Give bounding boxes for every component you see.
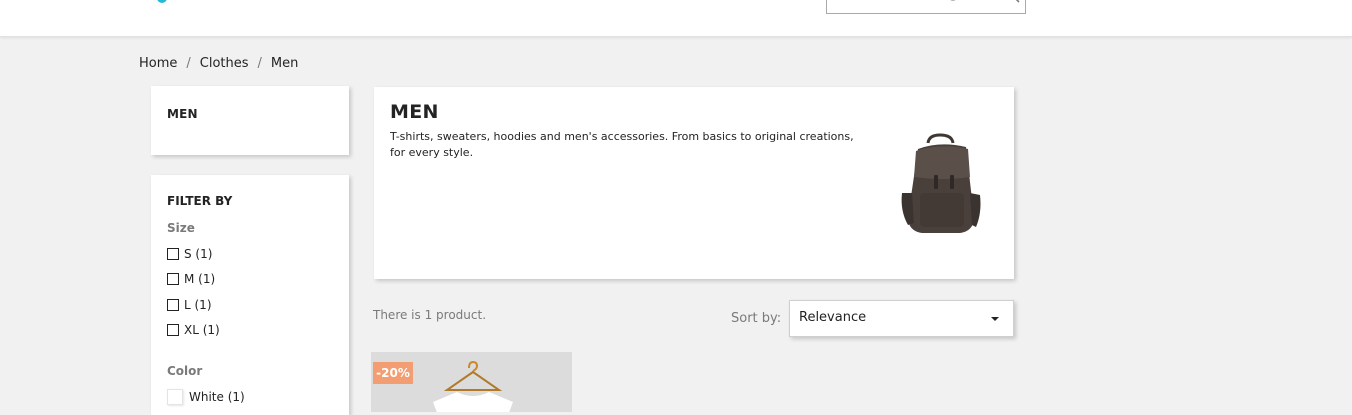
product-count: There is 1 product. — [373, 308, 487, 322]
checkbox[interactable] — [167, 324, 179, 336]
sort-label: Sort by: — [731, 311, 782, 326]
filter-panel: FILTER BY Size S (1) M (1) L (1) XL (1) … — [151, 175, 349, 415]
category-tree-title[interactable]: MEN — [167, 107, 198, 121]
checkbox[interactable] — [167, 273, 179, 285]
search-box[interactable] — [826, 0, 1026, 14]
breadcrumb-separator: / — [257, 56, 262, 71]
filter-label: XL (1) — [184, 323, 220, 337]
sort-selected-value: Relevance — [799, 310, 867, 325]
logo[interactable] — [157, 0, 167, 3]
filter-size-m[interactable]: M (1) — [167, 272, 215, 286]
caret-down-icon — [991, 317, 999, 321]
category-description: T-shirts, sweaters, hoodies and men's ac… — [390, 130, 854, 159]
breadcrumb-clothes[interactable]: Clothes — [200, 56, 249, 71]
filter-label: L (1) — [184, 298, 212, 312]
category-header: MEN T-shirts, sweaters, hoodies and men'… — [374, 87, 1014, 279]
search-input[interactable] — [835, 0, 995, 2]
filter-size-l[interactable]: L (1) — [167, 298, 212, 312]
filter-label: White (1) — [189, 390, 245, 404]
site-header — [0, 0, 1352, 37]
breadcrumb: Home / Clothes / Men — [139, 56, 298, 71]
filter-size-xl[interactable]: XL (1) — [167, 323, 220, 337]
breadcrumb-home[interactable]: Home — [139, 56, 177, 71]
filter-label: S (1) — [184, 247, 213, 261]
category-tree-block: MEN — [151, 86, 349, 155]
filter-label: M (1) — [184, 272, 216, 286]
search-icon[interactable] — [1005, 0, 1021, 6]
category-title: MEN — [390, 101, 439, 123]
discount-badge: -20% — [373, 362, 413, 384]
color-swatch-white[interactable] — [167, 389, 183, 405]
filter-color-white[interactable]: White (1) — [167, 389, 245, 405]
checkbox[interactable] — [167, 299, 179, 311]
facet-title-color: Color — [167, 364, 203, 378]
product-tile[interactable]: -20% — [371, 352, 572, 412]
backpack-image — [901, 133, 981, 233]
checkbox[interactable] — [167, 248, 179, 260]
facet-title-size: Size — [167, 221, 195, 235]
breadcrumb-separator: / — [186, 56, 191, 71]
sort-dropdown[interactable]: Relevance — [789, 300, 1014, 337]
filter-title: FILTER BY — [167, 194, 233, 208]
filter-size-s[interactable]: S (1) — [167, 247, 212, 261]
breadcrumb-men[interactable]: Men — [271, 56, 298, 71]
